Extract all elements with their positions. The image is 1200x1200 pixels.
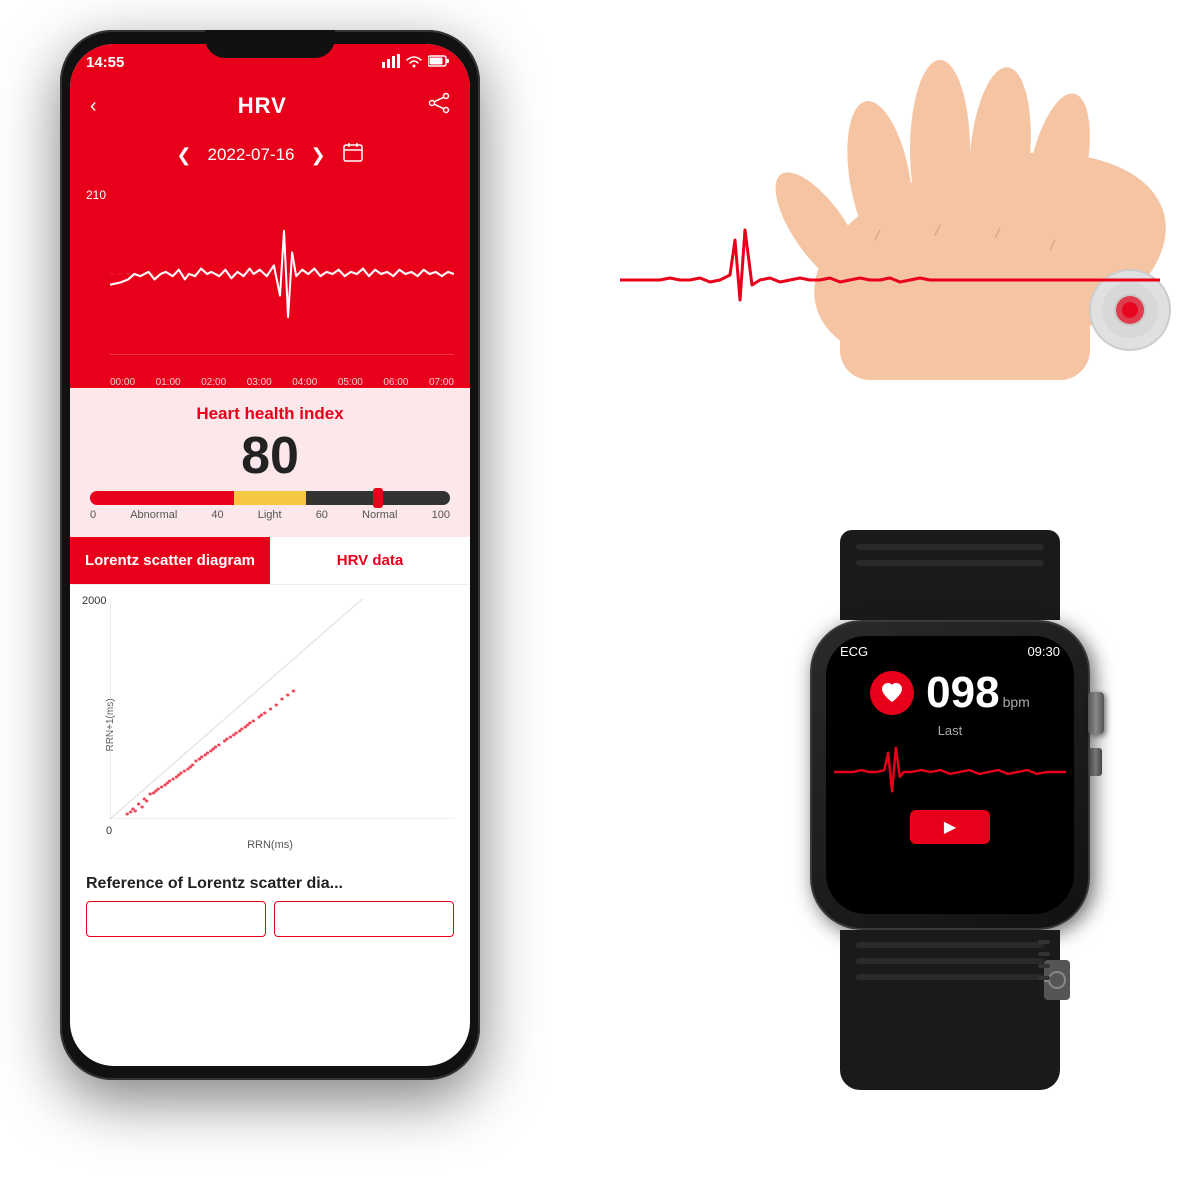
health-index-section: Heart health index 80 0 Abnormal 40 Ligh…: [70, 388, 470, 537]
watch-play-button[interactable]: ▶: [910, 810, 990, 844]
hrv-chart-area: 210 00:00 01:00 02:00 03:00: [70, 178, 470, 388]
watch-screen: ECG 09:30 098 bpm Last: [826, 636, 1074, 914]
tab-lorentz[interactable]: Lorentz scatter diagram: [70, 537, 270, 584]
status-icons: [382, 54, 450, 71]
watch-ecg-label: ECG: [840, 644, 868, 659]
watch-bpm-unit: bpm: [1003, 694, 1030, 710]
x-label-7: 07:00: [429, 377, 454, 388]
gradient-bar: [90, 491, 450, 505]
scatter-svg: [110, 599, 454, 819]
back-button[interactable]: ‹: [90, 95, 97, 118]
x-label-5: 05:00: [338, 377, 363, 388]
x-label-1: 01:00: [156, 377, 181, 388]
health-index-value: 80: [90, 428, 450, 485]
bar-label-40: 40: [211, 509, 223, 521]
nav-bar: ‹ HRV: [70, 80, 470, 132]
chart-y-max: 210: [86, 188, 106, 202]
ref-box-2: [274, 901, 454, 937]
health-index-title: Heart health index: [90, 404, 450, 424]
bar-label-light: Light: [258, 509, 282, 521]
x-label-2: 02:00: [201, 377, 226, 388]
band-hole-b2: [856, 958, 1044, 964]
bar-labels: 0 Abnormal 40 Light 60 Normal 100: [90, 509, 450, 521]
side-hole-2: [1038, 952, 1050, 956]
date-display: 2022-07-16: [208, 145, 295, 165]
watch-case: ECG 09:30 098 bpm Last: [810, 620, 1090, 930]
gradient-bar-marker: [373, 488, 383, 508]
ecg-signal-svg: [620, 210, 1160, 330]
scatter-area: 2000 RRN+1(ms): [70, 585, 470, 865]
band-hole-2: [856, 560, 1044, 566]
battery-icon: [428, 55, 450, 70]
status-time: 14:55: [86, 54, 124, 71]
prev-date-button[interactable]: ❮: [176, 145, 191, 166]
ref-box-1: [86, 901, 266, 937]
page-title: HRV: [238, 93, 287, 119]
scatter-y-max: 2000: [82, 595, 106, 607]
bar-label-normal: Normal: [362, 509, 397, 521]
x-label-0: 00:00: [110, 377, 135, 388]
reference-title: Reference of Lorentz scatter dia...: [86, 875, 454, 893]
buckle-pin: [1044, 980, 1050, 982]
watch-band-holes-bottom: [840, 930, 1060, 992]
scatter-x-axis-label: RRN(ms): [247, 839, 293, 851]
bar-label-60: 60: [316, 509, 328, 521]
play-icon: ▶: [944, 817, 956, 837]
chart-x-labels: 00:00 01:00 02:00 03:00 04:00 05:00 06:0…: [110, 377, 454, 388]
watch-band-bottom: [840, 930, 1060, 1090]
watch-button: [1089, 748, 1102, 776]
watch-last-label: Last: [826, 723, 1074, 738]
share-button[interactable]: [428, 92, 450, 120]
scatter-y-zero: 0: [106, 825, 112, 837]
calendar-button[interactable]: [342, 142, 364, 169]
date-bar: ❮ 2022-07-16 ❯: [70, 132, 470, 178]
band-hole-1: [856, 544, 1044, 550]
wifi-icon: [405, 54, 423, 71]
hand-area: [580, 40, 1200, 600]
tab-hrv-data[interactable]: HRV data: [270, 537, 470, 584]
band-hole-b3: [856, 974, 1044, 980]
buckle-ring: [1048, 971, 1066, 989]
next-date-button[interactable]: ❯: [310, 145, 325, 166]
watch-device: ECG 09:30 098 bpm Last: [730, 530, 1170, 1150]
watch-bpm-number: 098: [926, 671, 999, 715]
watch-status-bar: ECG 09:30: [826, 636, 1074, 663]
watch-ecg-trace: [834, 742, 1066, 802]
signal-icon: [382, 54, 400, 71]
x-label-6: 06:00: [383, 377, 408, 388]
side-hole-1: [1038, 940, 1050, 944]
watch-time: 09:30: [1027, 644, 1060, 659]
phone-screen: 14:55 ‹ HRV: [70, 44, 470, 1066]
band-hole-b1: [856, 942, 1044, 948]
bar-label-abnormal: Abnormal: [130, 509, 177, 521]
phone-notch: [205, 30, 335, 58]
bar-label-100: 100: [432, 509, 450, 521]
watch-crown: [1088, 692, 1104, 734]
x-label-3: 03:00: [247, 377, 272, 388]
watch-band-top: [840, 530, 1060, 620]
phone-body: 14:55 ‹ HRV: [60, 30, 480, 1080]
band-side-holes: [1038, 940, 1050, 980]
watch-heart-display: 098 bpm: [826, 663, 1074, 723]
watch-heart-icon: [870, 671, 914, 715]
phone-device: 14:55 ‹ HRV: [60, 30, 480, 1080]
watch-band-holes-top: [840, 530, 1060, 580]
tab-row: Lorentz scatter diagram HRV data: [70, 537, 470, 585]
x-label-4: 04:00: [292, 377, 317, 388]
bar-label-0: 0: [90, 509, 96, 521]
side-hole-3: [1038, 964, 1050, 968]
reference-boxes: [86, 901, 454, 937]
gradient-bar-wrapper: 0 Abnormal 40 Light 60 Normal 100: [90, 491, 450, 521]
chart-svg: [110, 188, 454, 360]
reference-section: Reference of Lorentz scatter dia...: [70, 865, 470, 947]
watch-bpm-display: 098 bpm: [926, 671, 1030, 715]
side-hole-4: [1038, 976, 1050, 980]
